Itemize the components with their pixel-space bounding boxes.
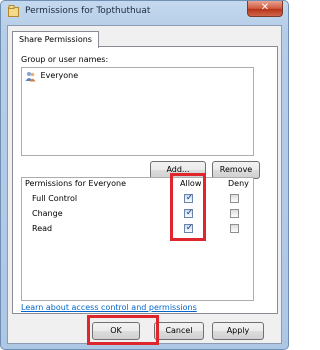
learn-more-link[interactable]: Learn about access control and permissio…	[21, 303, 197, 312]
user-name: Everyone	[40, 71, 79, 80]
perm-full-control-label: Full Control	[32, 194, 78, 203]
deny-read-checkbox[interactable]	[230, 224, 239, 233]
cancel-button[interactable]: Cancel	[154, 322, 204, 340]
list-item-everyone[interactable]: Everyone	[25, 70, 80, 82]
users-group-icon	[25, 71, 36, 81]
checkmark-icon: ✓	[185, 223, 194, 233]
group-or-user-names-label: Group or user names:	[21, 55, 109, 64]
ok-button[interactable]: OK	[92, 322, 140, 340]
users-list[interactable]: Everyone	[21, 67, 254, 156]
perm-read-label: Read	[32, 224, 53, 233]
tab-share-permissions[interactable]: Share Permissions	[12, 31, 99, 48]
folder-icon	[8, 5, 19, 17]
dialog-body: Share Permissions Group or user names: E…	[7, 25, 282, 344]
close-icon: ✕	[260, 2, 270, 13]
title-bar[interactable]: Permissions for Topthuthuat ✕	[1, 1, 288, 23]
allow-read-checkbox[interactable]: ✓	[184, 223, 194, 233]
permissions-header: Permissions for Everyone	[25, 179, 127, 188]
close-button[interactable]: ✕	[247, 1, 283, 17]
allow-change-checkbox[interactable]: ✓	[184, 208, 194, 218]
permissions-dialog: Permissions for Topthuthuat ✕ Share Perm…	[0, 0, 289, 350]
perm-change-label: Change	[32, 209, 63, 218]
apply-button[interactable]: Apply	[212, 322, 264, 340]
deny-column-header: Deny	[228, 179, 249, 188]
checkmark-icon: ✓	[185, 193, 194, 203]
deny-change-checkbox[interactable]	[230, 209, 239, 218]
window-title: Permissions for Topthuthuat	[25, 6, 151, 16]
allow-column-header: Allow	[180, 179, 202, 188]
deny-full-control-checkbox[interactable]	[230, 194, 239, 203]
checkmark-icon: ✓	[185, 208, 194, 218]
allow-full-control-checkbox[interactable]: ✓	[184, 193, 194, 203]
